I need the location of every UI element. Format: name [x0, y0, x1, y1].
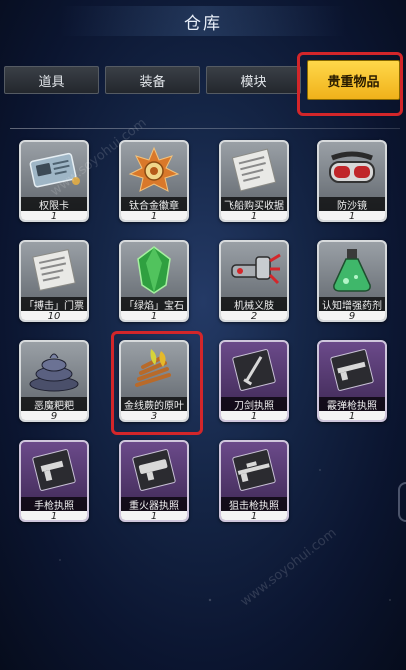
item-count: 1 — [121, 511, 187, 520]
item-count: 1 — [221, 211, 287, 220]
potion-icon — [321, 244, 383, 296]
item-name: 手枪执照 — [21, 497, 87, 511]
item-count: 1 — [121, 211, 187, 220]
item-card-shotgun-license[interactable]: 霰弹枪执照 1 — [317, 340, 387, 422]
item-count: 1 — [121, 311, 187, 320]
item-card-ship-receipt[interactable]: 飞船购买收据 1 — [219, 140, 289, 222]
item-card-demon-poop[interactable]: 恶魔粑粑 9 — [19, 340, 89, 422]
item-card-pistol-license[interactable]: 手枪执照 1 — [19, 440, 89, 522]
item-name: 飞船购买收据 — [221, 197, 287, 211]
pistol-license-icon — [23, 444, 85, 496]
goggles-icon — [321, 144, 383, 196]
item-name: 权限卡 — [21, 197, 87, 211]
item-count: 1 — [221, 411, 287, 420]
item-count: 1 — [319, 211, 385, 220]
item-count: 1 — [21, 511, 87, 520]
poop-icon — [23, 344, 85, 396]
item-name: 钛合金徽章 — [121, 197, 187, 211]
item-name: 霰弹枪执照 — [319, 397, 385, 411]
item-grid: 权限卡 1 钛合金徽章 1 飞船购买收据 1 防沙镜 1 「搏击」门票 10 「… — [0, 0, 406, 670]
item-name: 「搏击」门票 — [21, 297, 87, 311]
mech-arm-icon — [223, 244, 285, 296]
sniper-license-icon — [223, 444, 285, 496]
item-count: 2 — [221, 311, 287, 320]
item-name: 认知增强药剂 — [319, 297, 385, 311]
heavy-weapon-license-icon — [123, 444, 185, 496]
gem-icon — [123, 244, 185, 296]
item-name: 防沙镜 — [319, 197, 385, 211]
item-card-fight-ticket[interactable]: 「搏击」门票 10 — [19, 240, 89, 322]
item-name: 刀剑执照 — [221, 397, 287, 411]
item-count: 1 — [21, 211, 87, 220]
badge-icon — [123, 144, 185, 196]
receipt-icon — [223, 144, 285, 196]
item-name: 重火器执照 — [121, 497, 187, 511]
item-card-sword-license[interactable]: 刀剑执照 1 — [219, 340, 289, 422]
item-card-green-flame-gem[interactable]: 「绿焰」宝石 1 — [119, 240, 189, 322]
item-card-heavy-weapon-license[interactable]: 重火器执照 1 — [119, 440, 189, 522]
shotgun-license-icon — [321, 344, 383, 396]
item-count: 10 — [21, 311, 87, 320]
item-card-sniper-license[interactable]: 狙击枪执照 1 — [219, 440, 289, 522]
item-card-sand-goggles[interactable]: 防沙镜 1 — [317, 140, 387, 222]
item-count: 1 — [319, 411, 385, 420]
item-name: 「绿焰」宝石 — [121, 297, 187, 311]
item-card-mech-prosthetic[interactable]: 机械义肢 2 — [219, 240, 289, 322]
item-count: 9 — [21, 411, 87, 420]
scroll-handle[interactable] — [398, 482, 406, 522]
ticket-icon — [23, 244, 85, 296]
item-count: 1 — [221, 511, 287, 520]
item-card-cognition-potion[interactable]: 认知增强药剂 9 — [317, 240, 387, 322]
item-name: 狙击枪执照 — [221, 497, 287, 511]
sword-license-icon — [223, 344, 285, 396]
item-highlight-box — [111, 331, 203, 435]
item-card-titanium-badge[interactable]: 钛合金徽章 1 — [119, 140, 189, 222]
item-count: 9 — [319, 311, 385, 320]
item-name: 恶魔粑粑 — [21, 397, 87, 411]
item-name: 机械义肢 — [221, 297, 287, 311]
